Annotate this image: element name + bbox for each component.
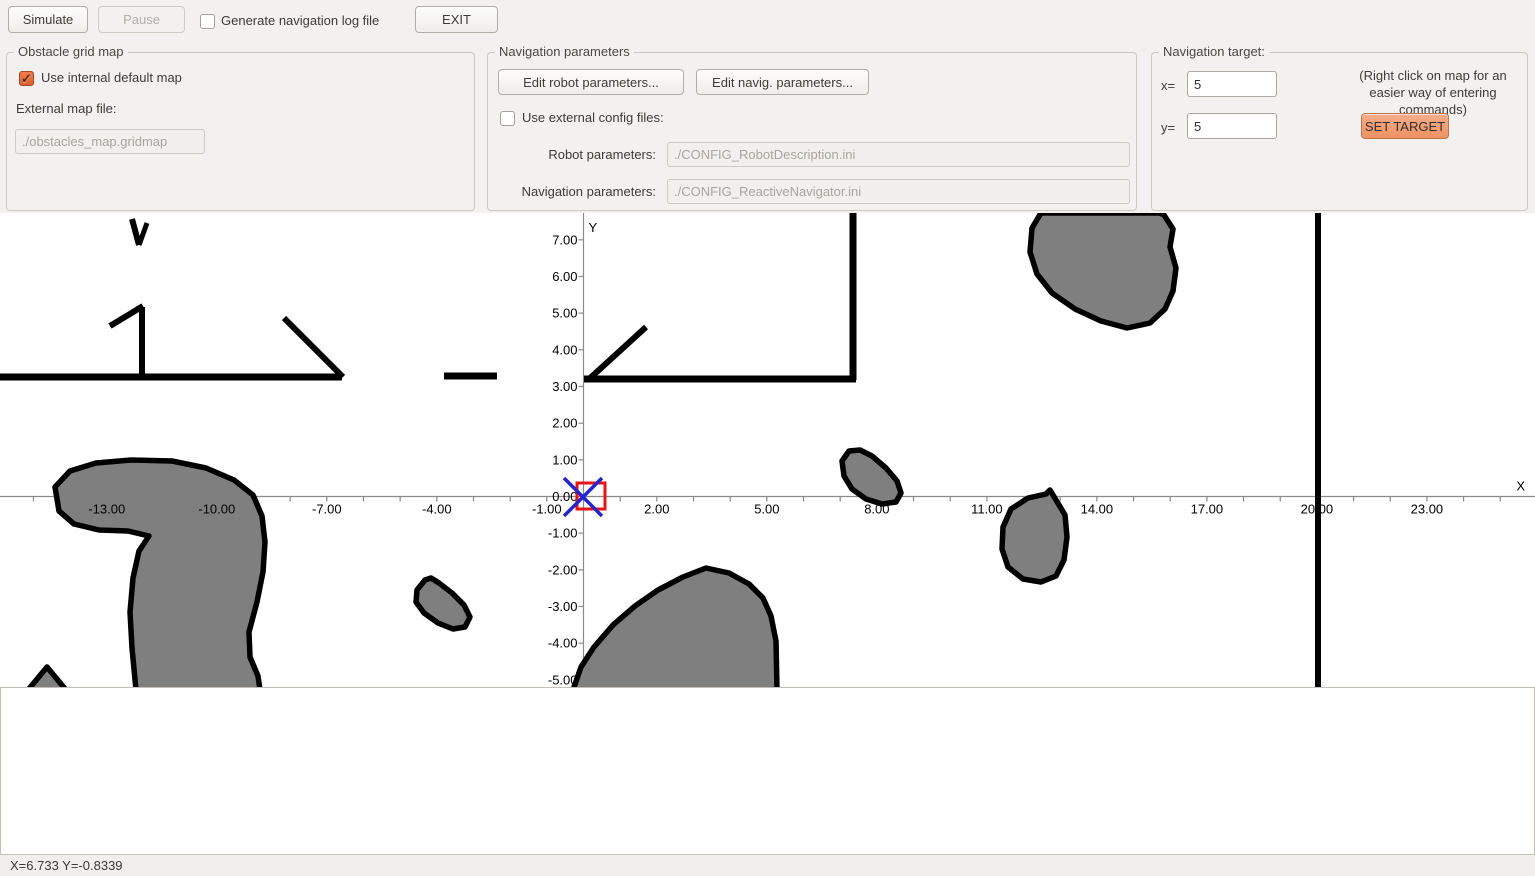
y-axis-letter: Y: [589, 220, 598, 235]
use-external-config-label: Use external config files:: [522, 110, 664, 125]
map-view[interactable]: -13.00 -10.00 -7.00 -4.00 -1.00 2.00 5.00 8.00 1…: [0, 213, 1535, 687]
obstacle-group-title: Obstacle grid map: [14, 44, 128, 59]
top-control-panel: Simulate Pause Generate navigation log f…: [0, 0, 1535, 213]
edit-robot-parameters-button[interactable]: Edit robot parameters...: [498, 69, 684, 95]
svg-text:-2.00: -2.00: [548, 562, 578, 577]
svg-text:11.00: 11.00: [971, 502, 1003, 517]
use-internal-map-label: Use internal default map: [41, 70, 182, 85]
svg-text:5.00: 5.00: [552, 306, 577, 321]
svg-text:2.00: 2.00: [644, 502, 669, 517]
svg-text:-1.00: -1.00: [548, 526, 578, 541]
target-group-title: Navigation target:: [1159, 44, 1269, 59]
svg-text:-7.00: -7.00: [312, 502, 342, 517]
target-x-label: x=: [1161, 78, 1175, 93]
svg-text:1.00: 1.00: [552, 452, 577, 467]
svg-text:-5.00: -5.00: [548, 672, 578, 687]
svg-text:-13.00: -13.00: [88, 502, 125, 517]
cursor-coordinates: X=6.733 Y=-0.8339: [10, 858, 123, 873]
svg-text:0.00: 0.00: [552, 489, 577, 504]
navigation-parameters-input[interactable]: [667, 179, 1130, 204]
svg-text:23.00: 23.00: [1411, 502, 1444, 517]
pause-button[interactable]: Pause: [98, 6, 185, 33]
svg-text:-4.00: -4.00: [548, 636, 578, 651]
svg-text:3.00: 3.00: [552, 379, 577, 394]
x-axis-letter: X: [1516, 479, 1525, 494]
use-internal-map-checkbox[interactable]: [19, 71, 34, 86]
obstacle-grid-map-group: Obstacle grid map Use internal default m…: [6, 52, 475, 211]
map-canvas[interactable]: -13.00 -10.00 -7.00 -4.00 -1.00 2.00 5.00 8.00 1…: [0, 213, 1535, 687]
target-x-input[interactable]: [1187, 71, 1277, 97]
exit-button[interactable]: EXIT: [415, 6, 498, 33]
svg-text:-3.00: -3.00: [548, 599, 578, 614]
external-map-file-input[interactable]: [15, 129, 205, 154]
edit-navig-parameters-button[interactable]: Edit navig. parameters...: [696, 69, 869, 95]
map-obstacles: [0, 213, 1318, 687]
target-y-input[interactable]: [1187, 113, 1277, 139]
svg-text:17.00: 17.00: [1191, 502, 1224, 517]
svg-text:20.00: 20.00: [1301, 502, 1334, 517]
log-panel[interactable]: [0, 687, 1535, 855]
right-click-hint: (Right click on map for an easier way of…: [1338, 67, 1528, 118]
use-external-config-checkbox[interactable]: [500, 111, 515, 126]
navigation-parameters-label: Navigation parameters:: [496, 184, 656, 199]
svg-text:-10.00: -10.00: [198, 502, 235, 517]
status-bar: X=6.733 Y=-0.8339: [0, 855, 1535, 876]
simulate-button[interactable]: Simulate: [8, 6, 88, 33]
svg-text:4.00: 4.00: [552, 342, 577, 357]
robot-parameters-input[interactable]: [667, 142, 1130, 167]
generate-log-checkbox[interactable]: [200, 14, 215, 29]
map-tick-labels: -13.00 -10.00 -7.00 -4.00 -1.00 2.00 5.00 8.00 1…: [88, 220, 1525, 687]
navigation-parameters-group: Navigation parameters Edit robot paramet…: [487, 52, 1137, 211]
svg-text:-4.00: -4.00: [422, 502, 452, 517]
generate-log-label: Generate navigation log file: [221, 13, 379, 28]
svg-text:2.00: 2.00: [552, 416, 577, 431]
nav-params-group-title: Navigation parameters: [495, 44, 634, 59]
set-target-button[interactable]: SET TARGET: [1361, 113, 1449, 139]
svg-text:7.00: 7.00: [552, 232, 577, 247]
target-y-label: y=: [1161, 120, 1175, 135]
svg-text:14.00: 14.00: [1081, 502, 1114, 517]
robot-parameters-label: Robot parameters:: [496, 147, 656, 162]
hint-line-1: (Right click on map for an: [1359, 68, 1506, 83]
svg-text:6.00: 6.00: [552, 269, 577, 284]
external-map-file-label: External map file:: [16, 101, 116, 116]
svg-text:8.00: 8.00: [864, 502, 889, 517]
navigation-target-group: Navigation target: x= y= (Right click on…: [1151, 52, 1528, 211]
svg-text:5.00: 5.00: [754, 502, 779, 517]
